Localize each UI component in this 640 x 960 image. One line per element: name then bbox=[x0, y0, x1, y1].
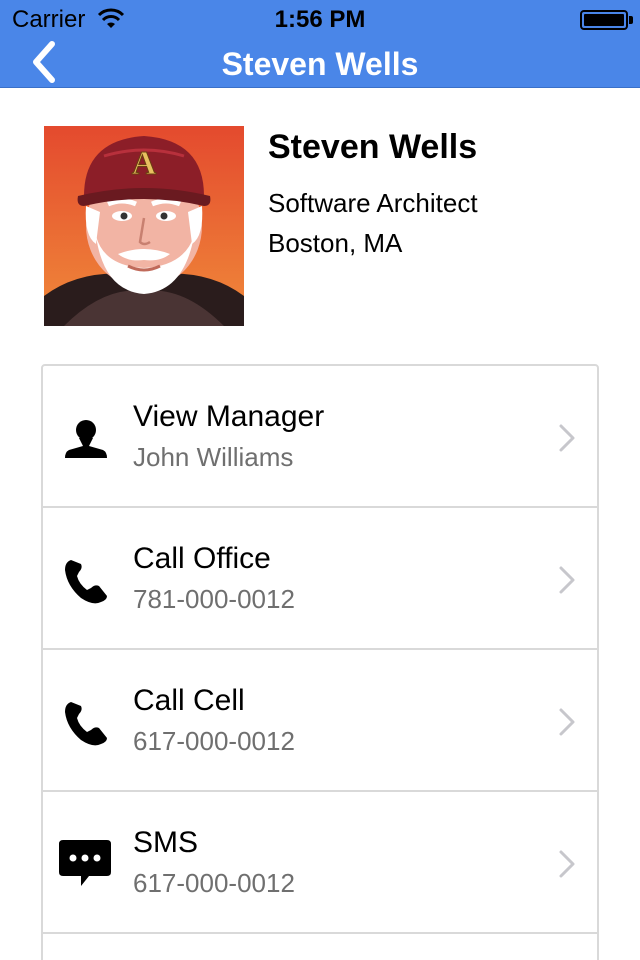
cartoon-avatar-portrait: A bbox=[44, 126, 244, 326]
row-label: Call Office bbox=[133, 542, 271, 575]
row-subtitle: 617-000-0012 bbox=[133, 726, 295, 756]
profile-job-title: Software Architect bbox=[268, 188, 478, 218]
battery-nub bbox=[629, 16, 633, 24]
battery-fill bbox=[584, 14, 624, 26]
call-cell-row[interactable]: Call Cell 617-000-0012 bbox=[43, 650, 597, 792]
actions-list: View Manager John Williams Call Office 7… bbox=[41, 364, 599, 960]
view-manager-row[interactable]: View Manager John Williams bbox=[43, 366, 597, 508]
status-time: 1:56 PM bbox=[274, 6, 366, 33]
battery-icon bbox=[580, 10, 628, 30]
profile-location: Boston, MA bbox=[268, 228, 403, 258]
phone-icon bbox=[65, 560, 107, 604]
chevron-right-icon bbox=[559, 566, 575, 594]
person-icon bbox=[65, 420, 107, 458]
row-subtitle: 781-000-0012 bbox=[133, 584, 295, 614]
row-label: Call Cell bbox=[133, 684, 245, 717]
call-office-row[interactable]: Call Office 781-000-0012 bbox=[43, 508, 597, 650]
phone-icon bbox=[65, 702, 107, 746]
row-subtitle: John Williams bbox=[133, 442, 294, 472]
row-label: SMS bbox=[133, 826, 199, 859]
row-label: View Manager bbox=[133, 400, 325, 433]
page-title: Steven Wells bbox=[221, 46, 419, 82]
avatar: A bbox=[44, 126, 244, 326]
sms-bubble-icon bbox=[59, 840, 111, 886]
profile-name: Steven Wells bbox=[268, 128, 478, 166]
chevron-right-icon bbox=[559, 708, 575, 736]
sms-row[interactable]: SMS 617-000-0012 bbox=[43, 792, 597, 934]
status-bar: Carrier 1:56 PM bbox=[0, 0, 640, 40]
navigation-bar: Steven Wells bbox=[0, 40, 640, 88]
row-subtitle: 617-000-0012 bbox=[133, 868, 295, 898]
chevron-right-icon bbox=[559, 850, 575, 878]
chevron-right-icon bbox=[559, 424, 575, 452]
svg-text:A: A bbox=[132, 145, 157, 182]
